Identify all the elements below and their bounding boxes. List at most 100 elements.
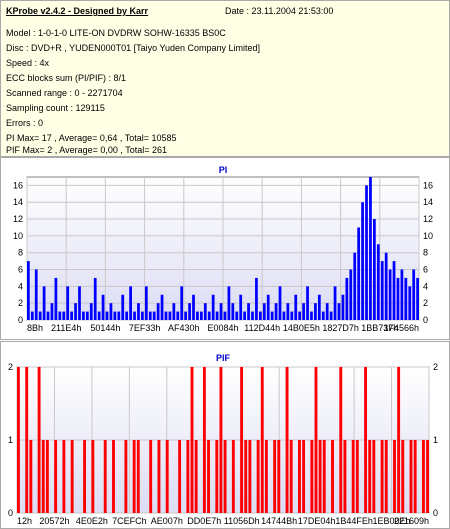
bar [125, 311, 129, 320]
bar [109, 303, 113, 320]
bar [168, 311, 172, 320]
bar [294, 294, 298, 320]
bar [351, 440, 355, 513]
bar [38, 311, 42, 320]
y-tick-label-left: 0 [18, 315, 23, 325]
speed-line: Speed : 4x [6, 58, 50, 68]
bar [112, 440, 115, 513]
bar [124, 440, 128, 513]
bar [103, 440, 107, 513]
x-tick-label: AF430h [168, 323, 200, 333]
chart-title: PI [219, 165, 228, 175]
model-line: Model : 1-0-1-0 LITE-ON DVDRW SOHW-16335… [6, 28, 226, 38]
x-tick-label: 14B0E5h [283, 323, 320, 333]
x-tick-label: 112D44h [244, 323, 280, 333]
bar [178, 440, 182, 513]
scanned-range-line: Scanned range : 0 - 2271704 [6, 88, 123, 98]
y-tick-label-left: 1 [8, 435, 13, 445]
bar [42, 286, 46, 320]
bar [176, 311, 180, 320]
bar [82, 311, 85, 320]
bar [78, 286, 81, 320]
bar [227, 286, 231, 320]
bar [152, 311, 156, 320]
bar [302, 440, 306, 513]
bar [74, 303, 77, 320]
bar [289, 440, 293, 513]
x-tick-label: 14744Bh [261, 516, 297, 526]
bar [215, 311, 219, 320]
bar [211, 294, 215, 320]
bar [235, 311, 239, 320]
bar [184, 311, 188, 320]
y-tick-label-left: 16 [13, 180, 23, 190]
bar [25, 367, 29, 513]
x-tick-label: 12h [17, 516, 32, 526]
pi-chart: PI 0 0 2 2 4 4 6 6 8 8 10 10 12 12 14 14 16 16 8Bh 211E4h 501… [13, 165, 433, 333]
bar [54, 440, 58, 513]
y-tick-label-right: 12 [423, 214, 433, 224]
x-tick-label: 1827D7h [322, 323, 359, 333]
ecc-line: ECC blocks sum (PI/PIF) : 8/1 [6, 73, 127, 83]
bar [93, 277, 97, 320]
bar [345, 277, 349, 320]
bar [397, 367, 401, 513]
bar [149, 440, 153, 513]
bar [247, 303, 250, 320]
y-tick-label-right: 4 [423, 281, 428, 291]
y-tick-label-left: 14 [13, 197, 23, 207]
bar [194, 440, 198, 513]
bar [215, 440, 219, 513]
x-tick-label: 211E4h [51, 323, 81, 333]
bar [190, 367, 194, 513]
y-tick-label-right: 2 [423, 298, 428, 308]
bar [341, 294, 345, 320]
x-tick-label: 221609h [394, 516, 429, 526]
bar [244, 440, 248, 513]
bar [45, 440, 49, 513]
bar [85, 311, 89, 320]
bar [274, 303, 278, 320]
bar [408, 286, 412, 320]
x-tick-label: 8Bh [27, 323, 43, 333]
y-tick-label-left: 2 [18, 298, 23, 308]
bar [413, 440, 417, 513]
bar [27, 261, 30, 320]
bar [207, 311, 211, 320]
bar [331, 440, 334, 513]
bar [186, 440, 190, 513]
bar [113, 311, 117, 320]
bar [172, 303, 176, 320]
bar [421, 440, 425, 513]
bar [376, 244, 380, 320]
bar [266, 294, 270, 320]
bar [286, 303, 290, 320]
x-tick-label: 50144h [90, 323, 120, 333]
bar [89, 303, 93, 320]
bar [37, 367, 41, 513]
bar [30, 311, 34, 320]
bar [258, 311, 262, 320]
x-tick-label: 20572h [39, 516, 69, 526]
bar [117, 311, 121, 320]
sampling-count-line: Sampling count : 129115 [6, 103, 105, 113]
bar [223, 311, 227, 320]
bar [54, 277, 58, 320]
bar [41, 440, 45, 513]
bar [196, 311, 199, 320]
y-tick-label-right: 0 [433, 508, 438, 518]
bar [426, 440, 429, 513]
bar [384, 440, 388, 513]
bar [180, 286, 184, 320]
y-tick-label-left: 12 [13, 214, 23, 224]
bar [380, 261, 384, 320]
bar [101, 294, 105, 320]
bar [105, 311, 109, 320]
bar [314, 367, 318, 513]
errors-line: Errors : 0 [6, 118, 44, 128]
y-tick-label-left: 4 [18, 281, 23, 291]
pi-chart-panel: PI 0 0 2 2 4 4 6 6 8 8 10 10 12 12 14 14 16 16 8Bh 211E4h 501… [0, 157, 450, 340]
x-tick-label: 7EF33h [129, 323, 161, 333]
bar [409, 440, 413, 513]
bar [404, 277, 408, 320]
